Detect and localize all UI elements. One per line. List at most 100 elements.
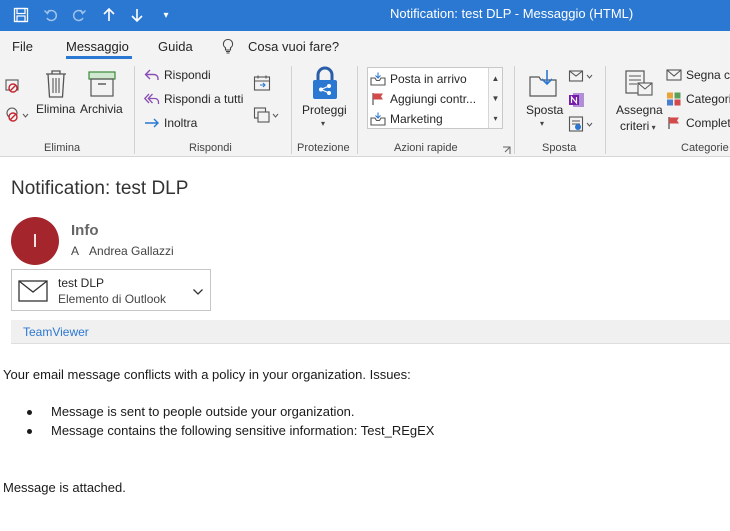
reply-all-label: Rispondi a tutti xyxy=(164,92,244,106)
quick-step-inbox[interactable]: Posta in arrivo xyxy=(370,69,467,89)
group-label-categorie: Categorie xyxy=(681,142,729,154)
envelope-icon xyxy=(18,280,48,307)
chevron-down-icon[interactable] xyxy=(192,284,204,302)
delete-button[interactable]: Elimina xyxy=(36,67,76,137)
quick-step-label: Posta in arrivo xyxy=(390,72,467,86)
delete-label: Elimina xyxy=(36,102,76,116)
customize-toolbar-icon[interactable]: ▾ xyxy=(158,4,174,26)
avatar[interactable]: I xyxy=(11,217,59,265)
protect-label: Proteggi xyxy=(302,103,347,117)
assign-label: Assegna xyxy=(616,103,663,117)
inbox-icon xyxy=(370,72,386,86)
mark-label: Segna co xyxy=(686,68,730,82)
onenote-icon[interactable] xyxy=(568,91,586,112)
categories-icon xyxy=(667,92,681,106)
move-folder-icon xyxy=(528,68,558,101)
scroll-up-icon[interactable]: ▲ xyxy=(489,68,502,88)
chevron-down-icon: ▾ xyxy=(321,119,326,128)
reply-label: Rispondi xyxy=(164,68,211,82)
redo-icon[interactable] xyxy=(68,4,90,26)
scroll-down-icon[interactable]: ▼ xyxy=(489,88,502,108)
categorize-button[interactable]: Categori xyxy=(666,92,730,106)
archive-label: Archivia xyxy=(80,102,123,116)
rules-icon[interactable] xyxy=(568,67,594,88)
meeting-icon[interactable] xyxy=(253,74,271,95)
attachment-type: Elemento di Outlook xyxy=(58,292,167,306)
title-bar: ▾ Notification: test DLP - Messaggio (HT… xyxy=(0,0,730,31)
active-tab-indicator xyxy=(66,56,132,59)
arrow-down-icon[interactable] xyxy=(126,4,148,26)
quick-step-marketing[interactable]: Marketing xyxy=(370,109,443,129)
attachment-name: test DLP xyxy=(58,276,105,290)
body-intro: Your email message conflicts with a poli… xyxy=(3,367,411,382)
tell-me-search[interactable]: Cosa vuoi fare? xyxy=(248,39,339,54)
recipient-row: A Andrea Gallazzi xyxy=(71,244,174,258)
group-label-rispondi: Rispondi xyxy=(189,142,232,154)
flag-icon xyxy=(372,93,383,105)
bullet xyxy=(27,410,32,415)
mark-unread-button[interactable]: Segna co xyxy=(666,68,730,82)
move-label: Sposta xyxy=(526,103,564,117)
tab-file[interactable]: File xyxy=(12,39,33,54)
ignore-icon[interactable] xyxy=(4,76,22,97)
group-label-elimina: Elimina xyxy=(44,142,81,154)
group-label-sposta: Sposta xyxy=(542,142,577,154)
envelope-icon xyxy=(666,69,682,81)
tab-guida[interactable]: Guida xyxy=(158,39,193,54)
quick-step-add-contact[interactable]: Aggiungi contr... xyxy=(370,89,476,109)
archive-icon xyxy=(88,70,116,101)
follow-up-button[interactable]: Complet xyxy=(666,116,730,130)
lightbulb-icon xyxy=(221,38,235,59)
protect-button[interactable]: Proteggi ▾ xyxy=(300,66,350,138)
attachment-card[interactable]: test DLP Elemento di Outlook xyxy=(11,269,211,311)
sender-name[interactable]: Info xyxy=(71,222,99,239)
window-title: Notification: test DLP - Messaggio (HTML… xyxy=(390,6,634,21)
reply-icon xyxy=(144,69,159,80)
reply-all-icon xyxy=(144,93,160,104)
save-icon[interactable] xyxy=(10,4,32,26)
complete-label: Complet xyxy=(686,116,730,130)
expand-gallery-icon[interactable]: ▾ xyxy=(489,108,502,128)
categorize-label: Categori xyxy=(686,92,730,106)
lock-icon xyxy=(310,66,340,103)
quick-steps-gallery: Posta in arrivo Aggiungi contr... Market… xyxy=(367,67,503,129)
actions-icon[interactable] xyxy=(568,115,594,136)
issue-item: Message is sent to people outside your o… xyxy=(51,404,355,419)
to-prefix: A xyxy=(71,244,80,258)
chevron-down-icon: ▾ xyxy=(649,123,656,132)
issue-item: Message contains the following sensitive… xyxy=(51,423,435,438)
teamviewer-link[interactable]: TeamViewer xyxy=(23,325,89,339)
archive-button[interactable]: Archivia xyxy=(80,67,124,137)
reply-button[interactable]: Rispondi xyxy=(144,68,211,82)
criteria-label: criteri ▾ xyxy=(620,119,656,133)
quick-step-label: Marketing xyxy=(390,112,443,126)
move-button[interactable]: Sposta ▾ xyxy=(522,66,564,138)
reply-all-button[interactable]: Rispondi a tutti xyxy=(144,92,243,106)
flag-icon xyxy=(668,117,679,129)
trash-icon xyxy=(44,69,68,102)
inbox-icon xyxy=(370,112,386,126)
tab-messaggio[interactable]: Messaggio xyxy=(66,39,129,54)
addin-bar: TeamViewer xyxy=(11,320,730,344)
group-separator xyxy=(291,66,292,154)
recipient-name[interactable]: Andrea Gallazzi xyxy=(89,244,174,258)
chevron-down-icon: ▾ xyxy=(540,119,545,128)
message-subject: Notification: test DLP xyxy=(11,178,189,199)
assign-policy-button[interactable]: Assegna criteri ▾ xyxy=(614,66,663,138)
arrow-up-icon[interactable] xyxy=(98,4,120,26)
undo-icon[interactable] xyxy=(40,4,62,26)
group-label-azioni-rapide: Azioni rapide xyxy=(394,142,458,154)
forward-button[interactable]: Inoltra xyxy=(144,116,197,130)
group-separator xyxy=(134,66,135,154)
policy-icon xyxy=(624,68,654,101)
quick-steps-scrollbar[interactable]: ▲ ▼ ▾ xyxy=(488,68,502,128)
body-footer: Message is attached. xyxy=(3,480,126,495)
group-separator xyxy=(357,66,358,154)
more-respond-icon[interactable] xyxy=(253,106,281,127)
group-separator xyxy=(514,66,515,154)
ribbon: Elimina Archivia Elimina Rispondi Rispon… xyxy=(0,60,730,157)
group-separator xyxy=(605,66,606,154)
junk-icon[interactable] xyxy=(4,106,30,127)
bullet xyxy=(27,429,32,434)
dialog-launcher-icon[interactable] xyxy=(502,144,511,158)
